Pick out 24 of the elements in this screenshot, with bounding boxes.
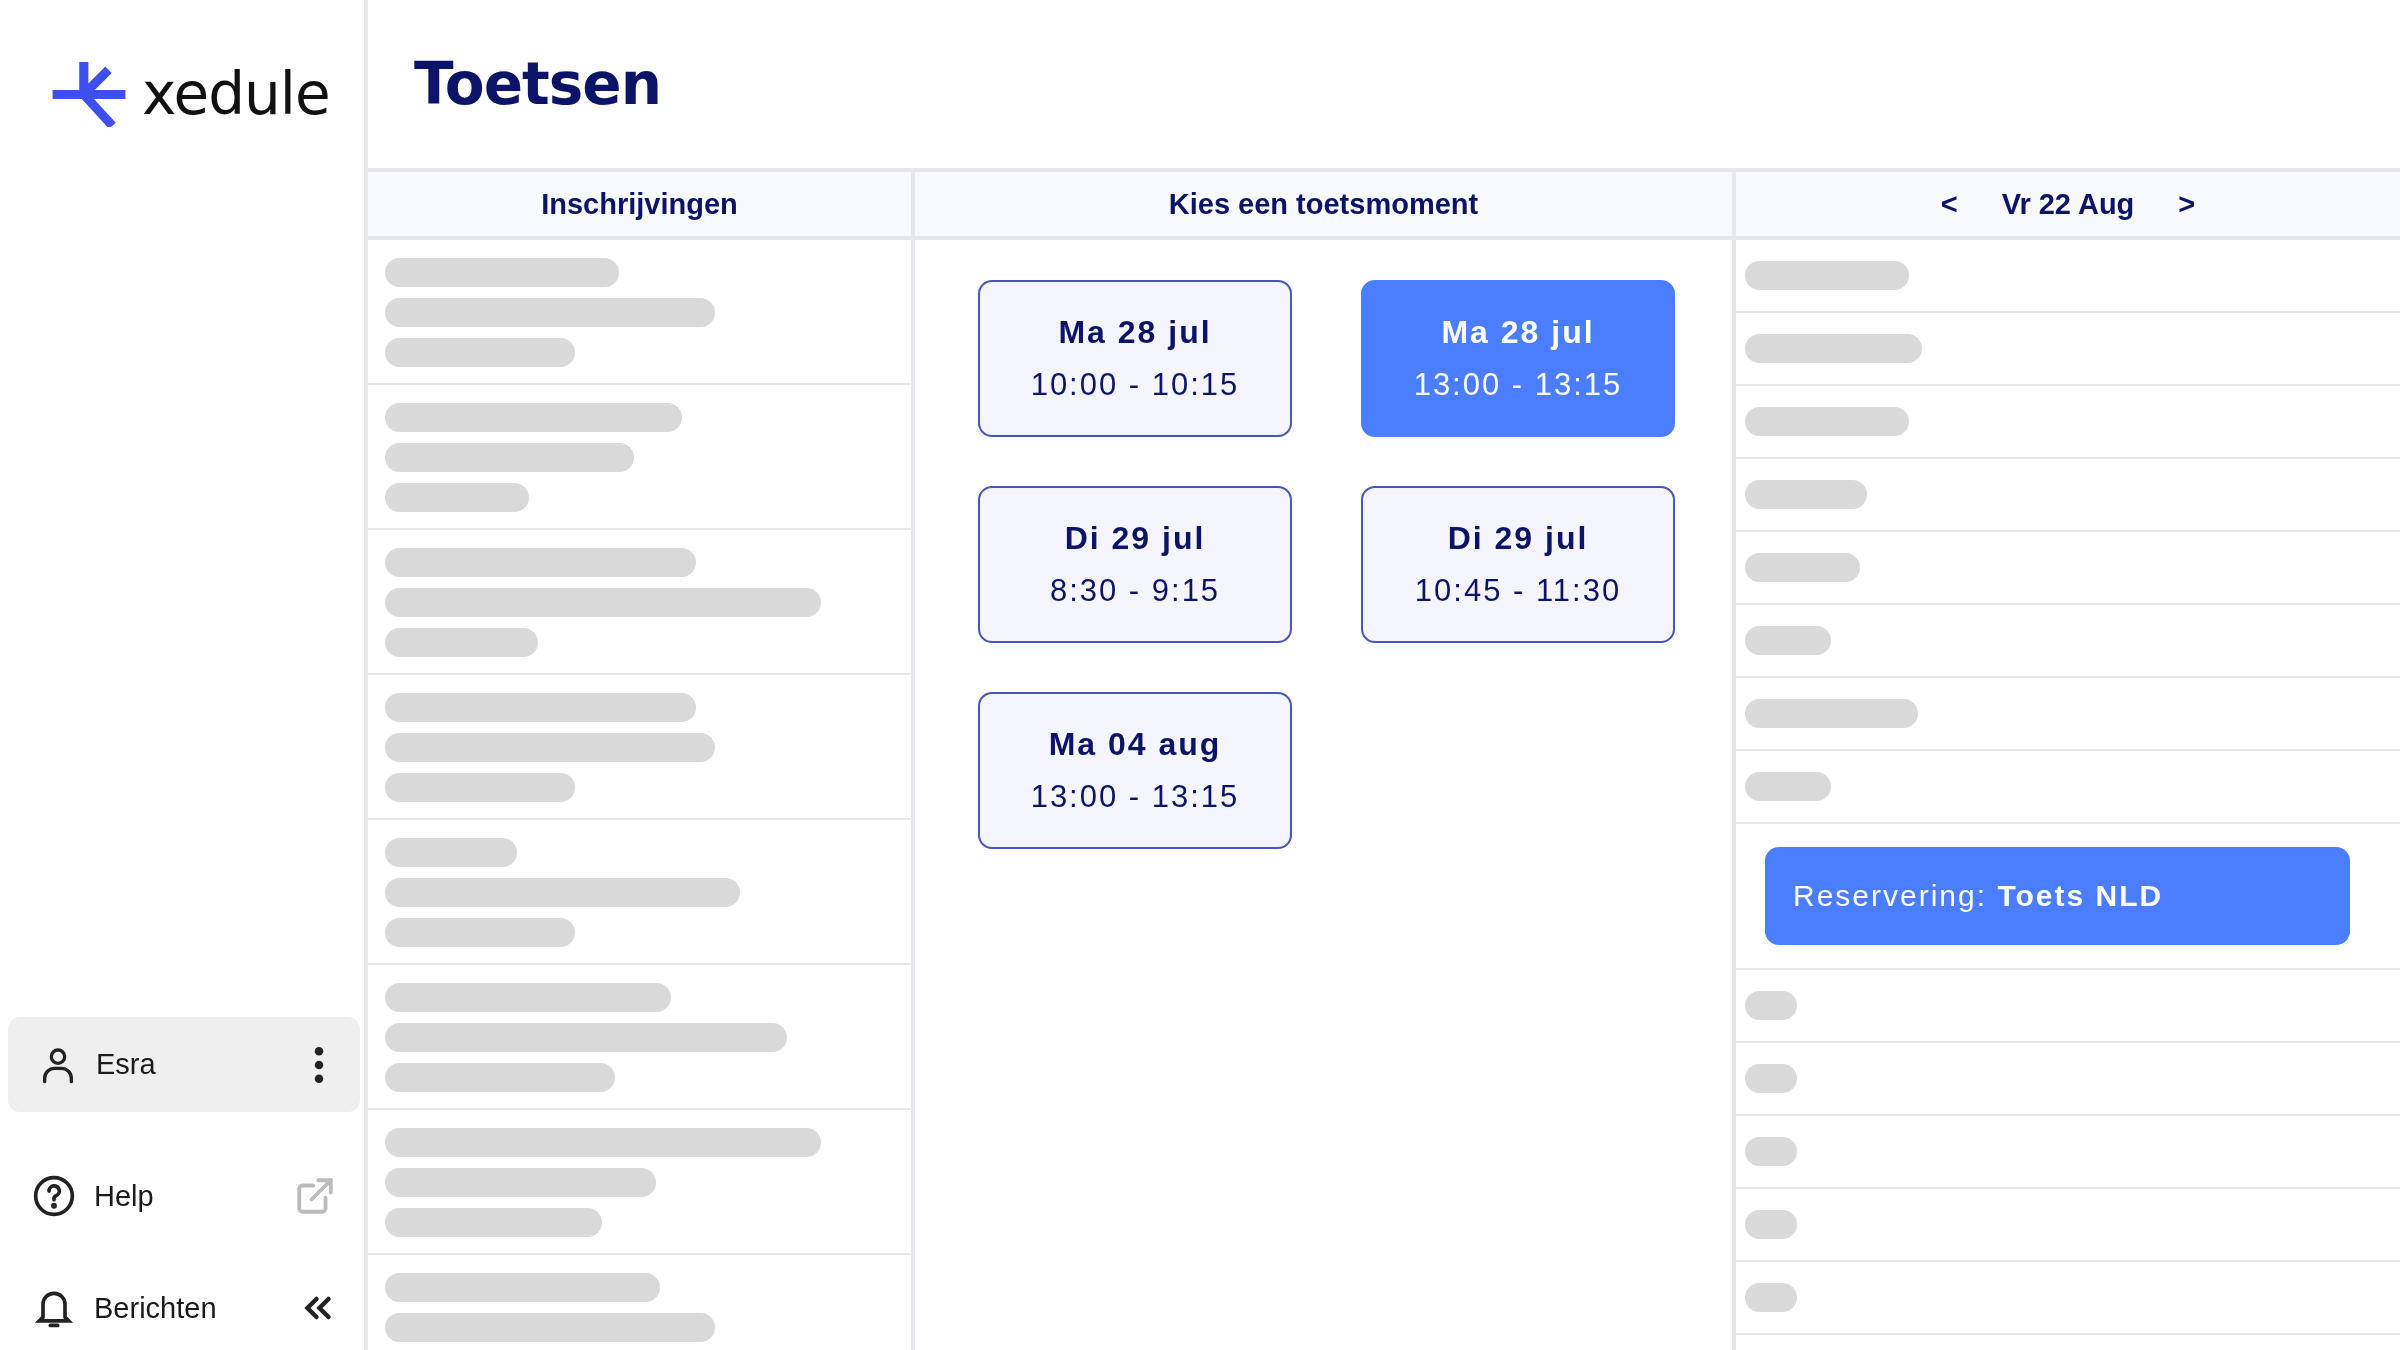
page-title: Toetsen bbox=[414, 50, 661, 118]
more-icon[interactable] bbox=[314, 1045, 324, 1084]
skeleton-bar bbox=[1745, 1137, 1797, 1166]
skeleton-bar bbox=[1745, 1283, 1797, 1312]
nav-link[interactable]: Help bbox=[32, 1174, 154, 1218]
help-icon bbox=[32, 1174, 76, 1218]
time-slot[interactable]: Ma 04 aug 13:00 - 13:15 bbox=[978, 692, 1292, 849]
previous-day-button[interactable]: < bbox=[1936, 187, 1962, 221]
time-slot[interactable]: Di 29 jul 10:45 - 11:30 bbox=[1361, 486, 1675, 643]
time-slot[interactable]: Ma 28 jul 13:00 - 13:15 bbox=[1361, 280, 1675, 437]
time-slot[interactable]: Di 29 jul 8:30 - 9:15 bbox=[978, 486, 1292, 643]
skeleton-bar bbox=[1745, 991, 1797, 1020]
logo-icon bbox=[50, 61, 128, 127]
skeleton-bar bbox=[1745, 1064, 1797, 1093]
column-header: Inschrijvingen bbox=[368, 168, 911, 240]
time-slot[interactable]: Ma 28 jul 10:00 - 10:15 bbox=[978, 280, 1292, 437]
column-header: Kies een toetsmoment bbox=[915, 168, 1732, 240]
user-menu[interactable]: Esra bbox=[8, 1017, 360, 1112]
next-day-button[interactable]: > bbox=[2174, 187, 2200, 221]
skeleton-bar bbox=[1745, 1210, 1797, 1239]
nav-link[interactable]: Berichten bbox=[32, 1286, 217, 1330]
reservation-block[interactable]: Reservering: Toets NLD bbox=[1765, 847, 2350, 945]
day-label: Vr 22 Aug bbox=[2001, 187, 2135, 221]
brand-name: xedule bbox=[142, 60, 330, 128]
